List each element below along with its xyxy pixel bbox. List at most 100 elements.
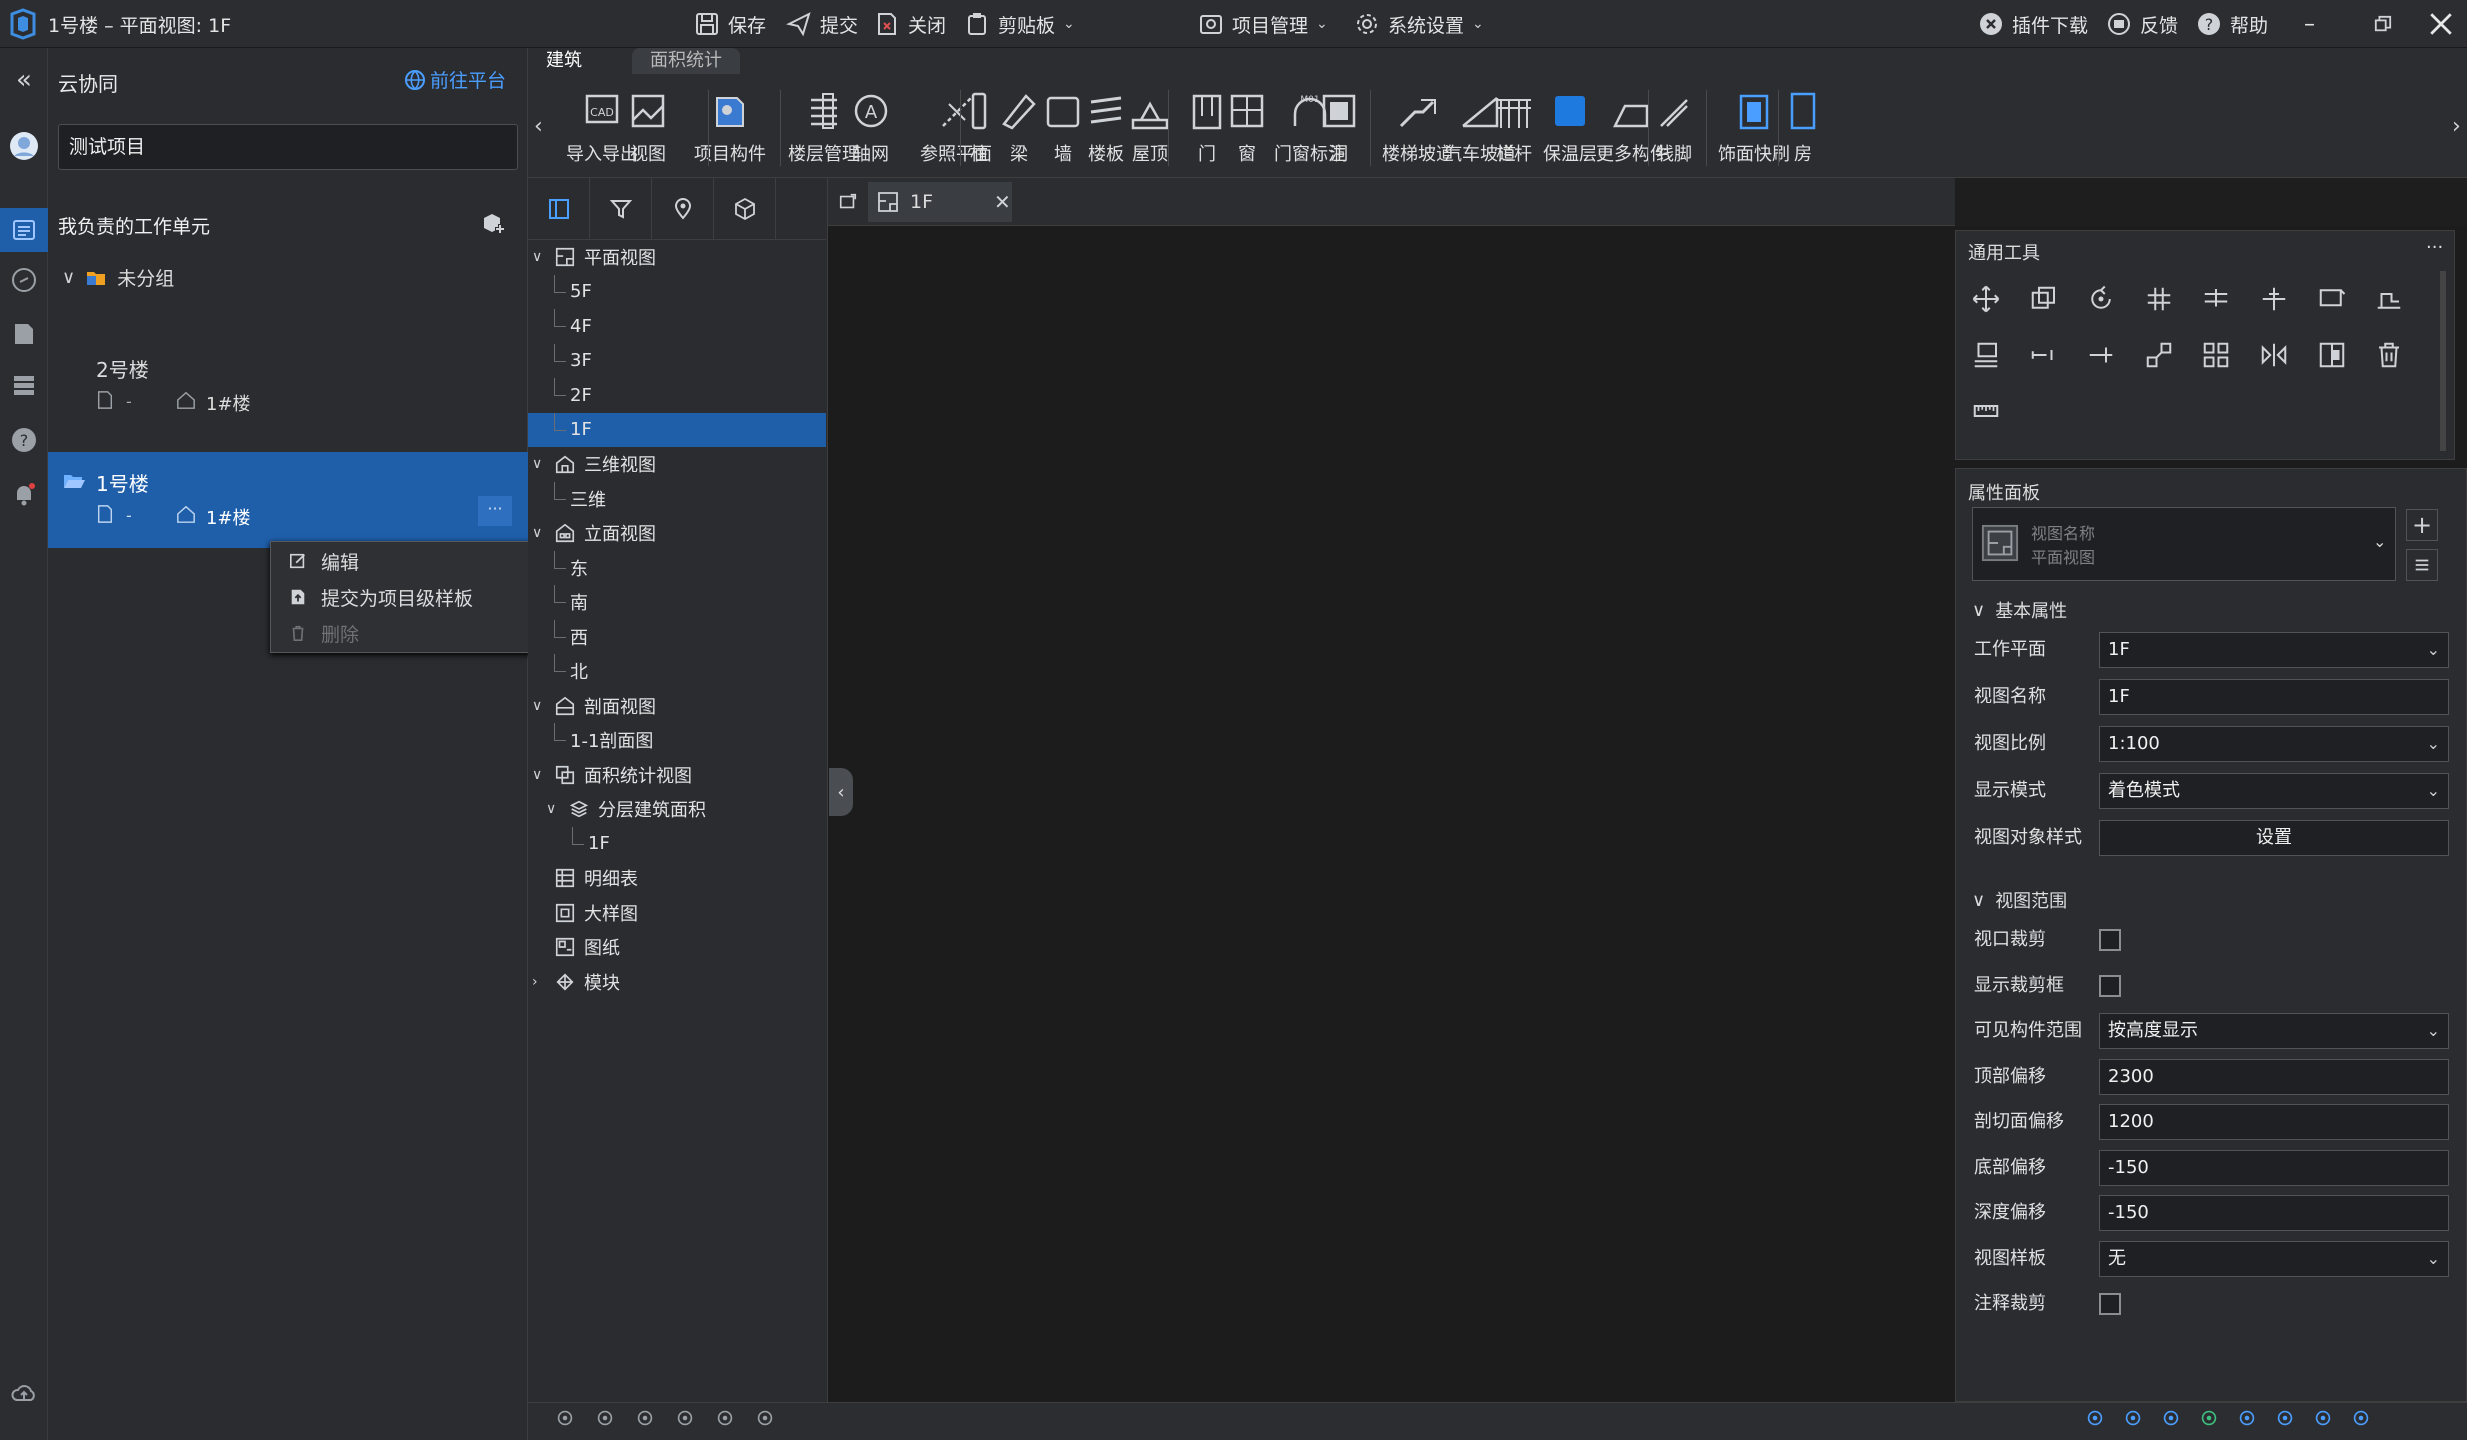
3d-box-icon[interactable] xyxy=(714,178,776,240)
property-select[interactable]: 按高度显示 ⌄ xyxy=(2099,1013,2449,1049)
tree-item[interactable]: ∨ 面积统计视图 xyxy=(528,758,826,792)
expand-toggle[interactable]: ∨ xyxy=(532,525,542,541)
system-settings-menu[interactable]: 系统设置 ⌄ xyxy=(1354,0,1484,48)
clipboard-menu[interactable]: 剪贴板 ⌄ xyxy=(964,0,1075,48)
tree-item[interactable]: 3F xyxy=(528,343,826,378)
tree-item[interactable]: 东 xyxy=(528,550,826,585)
tree-item[interactable]: ∨ 分层建筑面积 xyxy=(528,792,826,826)
range-section-header[interactable]: ∨ 视图范围 xyxy=(1972,887,2067,913)
wall-button[interactable]: 墙 xyxy=(1046,86,1080,174)
list-settings-icon[interactable] xyxy=(2122,1407,2144,1429)
location-icon[interactable] xyxy=(652,178,714,240)
add-type-icon[interactable]: + xyxy=(2406,509,2438,541)
tree-item[interactable]: 西 xyxy=(528,619,826,654)
tree-item[interactable]: 1F xyxy=(528,826,826,861)
collapse-browser-handle[interactable]: ‹ xyxy=(829,768,853,816)
tree-item[interactable]: 三维 xyxy=(528,481,826,516)
tree-item[interactable]: ∨ 三维视图 xyxy=(528,447,826,481)
cloud-collab-icon[interactable] xyxy=(0,208,48,252)
filter-icon[interactable] xyxy=(590,178,652,240)
rotate-icon[interactable] xyxy=(2083,281,2119,317)
tree-item[interactable]: 2F xyxy=(528,378,826,412)
window-button[interactable]: 窗 xyxy=(1230,86,1264,174)
type-selector[interactable]: 视图名称 平面视图 ⌄ xyxy=(1972,507,2396,581)
molding-button[interactable]: 线脚 xyxy=(1654,86,1694,174)
add-unit-icon[interactable] xyxy=(480,210,506,236)
visibility-all-icon[interactable] xyxy=(634,1407,656,1429)
tree-item[interactable]: 1-1剖面图 xyxy=(528,723,826,757)
split-icon[interactable] xyxy=(2256,281,2292,317)
mirror-align-icon[interactable] xyxy=(1968,337,2004,373)
align-icon[interactable] xyxy=(2141,281,2177,317)
tree-item[interactable]: 北 xyxy=(528,654,826,688)
array-icon[interactable] xyxy=(2198,337,2234,373)
window-icon[interactable] xyxy=(2312,1407,2334,1429)
restore-icon[interactable] xyxy=(2374,0,2392,48)
join-icon[interactable] xyxy=(2083,337,2119,373)
property-input[interactable]: -150 xyxy=(2099,1149,2449,1186)
list-type-icon[interactable] xyxy=(2406,549,2438,581)
ribbon-scroll-left-icon[interactable]: ‹ xyxy=(534,114,543,139)
property-select[interactable]: 着色模式 ⌄ xyxy=(2099,773,2449,809)
tree-item[interactable]: ∨ 剖面视图 xyxy=(528,689,826,723)
copy-icon[interactable] xyxy=(2026,281,2062,317)
expand-toggle[interactable]: ∨ xyxy=(532,456,542,472)
files-icon[interactable] xyxy=(8,318,40,350)
grid-button[interactable]: A 轴网 xyxy=(848,86,894,174)
eye-icon[interactable] xyxy=(714,1407,736,1429)
opening-button[interactable]: 洞 xyxy=(1322,86,1356,174)
tree-item[interactable]: 南 xyxy=(528,585,826,619)
minimize-icon[interactable]: – xyxy=(2304,0,2315,48)
link-icon[interactable] xyxy=(8,264,40,296)
expand-toggle[interactable]: ∨ xyxy=(532,767,542,783)
help-button[interactable]: ? 帮助 xyxy=(2196,0,2268,48)
property-input[interactable]: 1F xyxy=(2099,679,2449,715)
menu-item-edit[interactable]: 编辑 xyxy=(271,544,563,578)
property-button[interactable]: 设置 xyxy=(2099,820,2449,856)
tools-panel-more[interactable]: ··· xyxy=(2426,237,2443,258)
cloud-upload-icon[interactable] xyxy=(8,1378,40,1410)
scale-icon[interactable] xyxy=(2141,337,2177,373)
floor-slab-button[interactable]: 楼板 xyxy=(1086,86,1126,174)
unit-item[interactable]: 2号楼 - 1#楼 xyxy=(48,354,528,450)
menu-item-delete[interactable]: 删除 xyxy=(271,616,563,650)
zoom-icon[interactable] xyxy=(2350,1407,2372,1429)
unit-item-selected[interactable]: 1号楼 - 1#楼 ··· xyxy=(48,452,528,548)
property-input[interactable]: 1200 xyxy=(2099,1104,2449,1140)
property-select[interactable]: 1F ⌄ xyxy=(2099,632,2449,668)
delete-icon[interactable] xyxy=(2371,337,2407,373)
property-checkbox[interactable] xyxy=(2099,1293,2121,1315)
property-select[interactable]: 无 ⌄ xyxy=(2099,1240,2449,1277)
goto-platform-link[interactable]: 前往平台 xyxy=(404,66,506,93)
expand-toggle[interactable]: ∨ xyxy=(546,801,556,817)
property-input[interactable]: -150 xyxy=(2099,1195,2449,1231)
insulation-button[interactable]: 保温层 xyxy=(1540,86,1600,174)
eye-settings-icon[interactable] xyxy=(754,1407,776,1429)
tree-item[interactable]: › 模块 xyxy=(528,965,826,999)
break-icon[interactable] xyxy=(2314,337,2350,373)
annotation-icon[interactable] xyxy=(2236,1407,2258,1429)
property-checkbox[interactable] xyxy=(2099,974,2121,997)
close-tab-icon[interactable]: ✕ xyxy=(994,190,1011,214)
tree-item[interactable]: ∨ 立面视图 xyxy=(528,516,826,550)
railing-button[interactable]: 栏杆 xyxy=(1494,86,1534,174)
lightbulb-icon[interactable] xyxy=(674,1407,696,1429)
view-button[interactable]: 视图 xyxy=(626,86,670,174)
close-window-icon[interactable] xyxy=(2428,0,2454,48)
column-button[interactable]: 柱 xyxy=(964,86,994,174)
visibility-icon[interactable] xyxy=(554,1407,576,1429)
property-select[interactable]: 1:100 ⌄ xyxy=(2099,726,2449,762)
bell-icon[interactable] xyxy=(8,478,40,510)
tree-item[interactable]: 1F xyxy=(528,412,826,447)
extend-line-icon[interactable] xyxy=(2026,337,2062,373)
tree-item[interactable]: 4F xyxy=(528,309,826,343)
measure-icon[interactable] xyxy=(1968,393,2004,429)
property-input[interactable]: 2300 xyxy=(2099,1058,2449,1095)
tab-switch-icon[interactable] xyxy=(838,192,858,212)
drawing-canvas[interactable] xyxy=(828,226,1958,1402)
menu-item-submit-template[interactable]: 提交为项目级样板 xyxy=(271,580,563,614)
door-button[interactable]: 门 xyxy=(1192,86,1222,174)
view-settings-icon[interactable] xyxy=(2274,1407,2296,1429)
crop-icon[interactable] xyxy=(2160,1407,2182,1429)
visibility-layers-icon[interactable] xyxy=(594,1407,616,1429)
